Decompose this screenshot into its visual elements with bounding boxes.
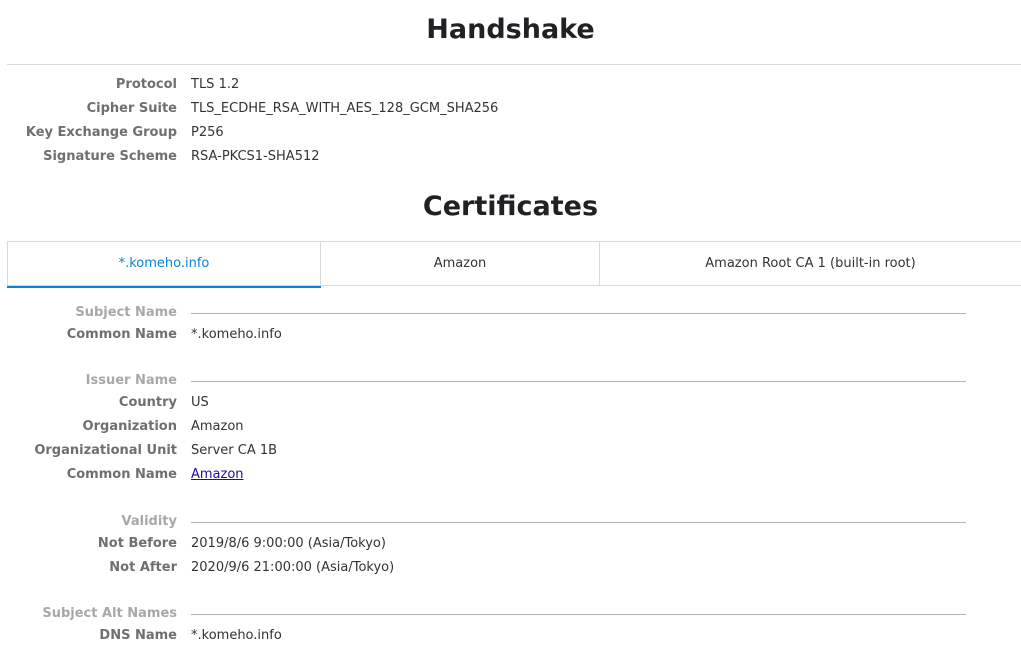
tab-amazon-root-ca-1[interactable]: Amazon Root CA 1 (built-in root): [600, 242, 1021, 286]
subject-name-heading: Subject Name: [75, 305, 177, 320]
signature-scheme-value: RSA-PKCS1-SHA512: [191, 149, 320, 164]
organizational-unit-label: Organizational Unit: [34, 443, 177, 458]
tab-label: Amazon Root CA 1 (built-in root): [705, 256, 916, 271]
country-label: Country: [118, 395, 177, 410]
tab-komeho-info[interactable]: *.komeho.info: [7, 242, 321, 288]
issuer-common-name-link[interactable]: Amazon: [191, 467, 244, 482]
not-after-value: 2020/9/6 21:00:00 (Asia/Tokyo): [191, 560, 395, 575]
cipher-suite-label: Cipher Suite: [86, 101, 177, 116]
tab-amazon[interactable]: Amazon: [321, 242, 600, 286]
divider: [7, 64, 1021, 65]
handshake-title: Handshake: [426, 14, 595, 45]
dns-name-label: DNS Name: [99, 628, 177, 643]
not-after-label: Not After: [109, 560, 177, 575]
section-divider: [191, 381, 966, 382]
certificate-tabs: *.komeho.info Amazon Amazon Root CA 1 (b…: [7, 241, 1021, 288]
signature-scheme-label: Signature Scheme: [43, 149, 177, 164]
issuer-name-heading: Issuer Name: [85, 373, 177, 388]
organization-value: Amazon: [191, 419, 244, 434]
organizational-unit-value: Server CA 1B: [191, 443, 278, 458]
dns-name-value: *.komeho.info: [191, 628, 282, 643]
protocol-value: TLS 1.2: [191, 77, 240, 92]
issuer-common-name-label: Common Name: [66, 467, 177, 482]
active-tab-indicator: [7, 286, 321, 288]
cipher-suite-value: TLS_ECDHE_RSA_WITH_AES_128_GCM_SHA256: [191, 101, 499, 116]
subject-alt-names-heading: Subject Alt Names: [42, 606, 177, 621]
section-divider: [191, 522, 966, 523]
section-divider: [191, 313, 966, 314]
subject-common-name-value: *.komeho.info: [191, 327, 282, 342]
key-exchange-group-label: Key Exchange Group: [25, 125, 177, 140]
validity-heading: Validity: [121, 514, 178, 529]
organization-label: Organization: [82, 419, 177, 434]
certificates-title: Certificates: [422, 191, 599, 222]
country-value: US: [191, 395, 209, 410]
subject-common-name-label: Common Name: [66, 327, 177, 342]
not-before-label: Not Before: [97, 536, 177, 551]
key-exchange-group-value: P256: [191, 125, 224, 140]
not-before-value: 2019/8/6 9:00:00 (Asia/Tokyo): [191, 536, 386, 551]
protocol-label: Protocol: [115, 77, 177, 92]
section-divider: [191, 614, 966, 615]
tab-label: *.komeho.info: [118, 256, 210, 271]
tab-label: Amazon: [433, 256, 487, 271]
